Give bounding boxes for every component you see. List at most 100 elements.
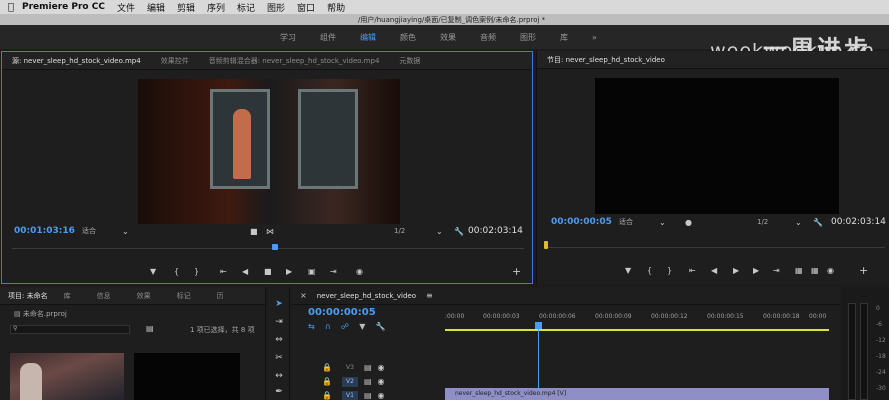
timeline-clip[interactable]: never_sleep_hd_stock_video.mp4 [V] xyxy=(445,388,829,400)
menu-help[interactable]: 帮助 xyxy=(327,1,345,14)
track-label[interactable]: V3 xyxy=(342,363,358,373)
stop-button-icon[interactable]: ■ xyxy=(264,267,272,276)
tab-libraries[interactable]: 库 xyxy=(54,291,87,301)
mark-out-icon[interactable]: } xyxy=(194,267,199,276)
tab-audio-clip-mixer[interactable]: 音频剪辑混合器: never_sleep_hd_stock_video.mp4 xyxy=(199,56,390,66)
tab-effect-controls[interactable]: 效果控件 xyxy=(151,56,199,66)
snap-icon[interactable]: ∩ xyxy=(325,322,331,331)
add-button-icon[interactable]: + xyxy=(512,265,521,278)
track-label[interactable]: V2 xyxy=(341,376,358,387)
workspace-libraries[interactable]: 库 xyxy=(560,32,568,43)
new-bin-icon[interactable]: ▤ xyxy=(146,324,154,333)
settings-small-icon[interactable]: ● xyxy=(685,218,692,227)
menu-window[interactable]: 窗口 xyxy=(297,1,315,14)
timeline-settings-icon[interactable]: 🔧 xyxy=(376,322,386,331)
camera-icon[interactable]: ◉ xyxy=(827,266,834,275)
menu-graphics[interactable]: 图形 xyxy=(267,1,285,14)
program-resolution-select[interactable]: 1/2 xyxy=(757,218,768,226)
step-forward-icon[interactable]: ▶ xyxy=(753,266,759,275)
tab-markers[interactable]: 标记 xyxy=(167,291,207,301)
wrench-icon[interactable]: 🔧 xyxy=(813,218,823,227)
go-to-in-icon[interactable]: ⇤ xyxy=(689,266,696,275)
play-icon[interactable]: ▶ xyxy=(733,266,739,275)
add-button-icon[interactable]: + xyxy=(859,264,868,277)
menu-file[interactable]: 文件 xyxy=(117,1,135,14)
mark-in-icon[interactable]: { xyxy=(174,267,179,276)
app-name-menu[interactable]: Premiere Pro CC xyxy=(22,2,105,12)
menu-icon[interactable]: ≡ xyxy=(426,291,433,300)
sync-lock-icon[interactable]: ▤ xyxy=(364,363,372,372)
workspace-audio[interactable]: 音频 xyxy=(480,32,496,43)
source-playhead[interactable] xyxy=(272,244,278,250)
selection-tool-icon[interactable]: ➤ xyxy=(272,299,286,313)
linked-selection-icon[interactable]: ☍ xyxy=(341,322,349,331)
wrench-icon[interactable]: 🔧 xyxy=(454,227,464,236)
timeline-timecode[interactable]: 00:00:00:05 xyxy=(308,307,376,318)
sync-lock-icon[interactable]: ▤ xyxy=(364,377,372,386)
settings-small-icon[interactable]: ⋈ xyxy=(266,227,274,236)
tab-sequence[interactable]: never_sleep_hd_stock_video xyxy=(307,292,426,300)
tab-info[interactable]: 信息 xyxy=(87,291,127,301)
track-label[interactable]: V1 xyxy=(341,390,358,400)
tab-project[interactable]: 项目: 未命名 xyxy=(0,291,54,301)
lock-icon[interactable]: 🔒 xyxy=(322,391,332,400)
pen-tool-icon[interactable]: ✒ xyxy=(272,387,286,400)
go-to-in-icon[interactable]: ⇤ xyxy=(220,267,227,276)
add-marker-icon[interactable]: ▼ xyxy=(359,322,365,331)
apple-icon[interactable]:  xyxy=(0,2,22,13)
workspace-editing[interactable]: 编辑 xyxy=(360,32,376,43)
source-resolution-select[interactable]: 1/2 xyxy=(394,227,405,235)
eye-icon[interactable]: ◉ xyxy=(378,363,385,372)
chevron-down-icon[interactable]: ⌄ xyxy=(122,227,129,236)
work-area-bar[interactable] xyxy=(445,329,829,331)
go-to-out-icon[interactable]: ⇥ xyxy=(330,267,337,276)
project-search-input[interactable]: ⚲ xyxy=(10,325,130,334)
stop-icon[interactable]: ■ xyxy=(250,227,258,236)
chevron-down-icon[interactable]: ⌄ xyxy=(436,227,443,236)
track-select-tool-icon[interactable]: ⇥ xyxy=(272,317,286,331)
eye-icon[interactable]: ◉ xyxy=(378,377,385,386)
tab-metadata[interactable]: 元数据 xyxy=(389,56,430,66)
sync-lock-icon[interactable]: ▤ xyxy=(364,391,372,400)
workspace-color[interactable]: 颜色 xyxy=(400,32,416,43)
extract-icon[interactable]: ▦ xyxy=(811,266,819,275)
program-fit-select[interactable]: 适合 xyxy=(619,217,633,227)
program-timecode-current[interactable]: 00:00:00:05 xyxy=(551,217,612,227)
marker-icon[interactable]: ▼ xyxy=(150,267,156,276)
slip-tool-icon[interactable]: ↔ xyxy=(272,371,286,385)
chevron-down-icon[interactable]: ⌄ xyxy=(659,218,666,227)
chevron-down-icon[interactable]: ⌄ xyxy=(795,218,802,227)
mark-in-icon[interactable]: { xyxy=(647,266,652,275)
menu-markers[interactable]: 标记 xyxy=(237,1,255,14)
menu-edit[interactable]: 编辑 xyxy=(147,1,165,14)
close-icon[interactable]: × xyxy=(292,291,307,300)
camera-icon[interactable]: ◉ xyxy=(356,267,363,276)
safe-margins-icon[interactable]: ▣ xyxy=(308,267,316,276)
workspace-more-icon[interactable]: » xyxy=(592,33,597,42)
step-back-icon[interactable]: ◀ xyxy=(711,266,717,275)
step-forward-icon[interactable]: ▶ xyxy=(286,267,292,276)
tab-history[interactable]: 历 xyxy=(207,291,234,301)
ripple-edit-tool-icon[interactable]: ⇔ xyxy=(272,335,286,349)
workspace-effects[interactable]: 效果 xyxy=(440,32,456,43)
marker-icon[interactable]: ▼ xyxy=(625,266,631,275)
workspace-assembly[interactable]: 组件 xyxy=(320,32,336,43)
tab-program[interactable]: 节目: never_sleep_hd_stock_video xyxy=(537,55,675,65)
lock-icon[interactable]: 🔒 xyxy=(322,377,332,386)
razor-tool-icon[interactable]: ✂ xyxy=(272,353,286,367)
source-fit-select[interactable]: 适合 xyxy=(82,226,96,236)
program-playhead[interactable] xyxy=(544,241,548,249)
tab-effects[interactable]: 效果 xyxy=(127,291,167,301)
sequence-thumbnail[interactable] xyxy=(134,353,240,400)
eye-icon[interactable]: ◉ xyxy=(378,391,385,400)
tab-source[interactable]: 源: never_sleep_hd_stock_video.mp4 xyxy=(2,56,151,66)
source-time-ruler[interactable] xyxy=(12,248,524,254)
mark-out-icon[interactable]: } xyxy=(667,266,672,275)
nest-icon[interactable]: ⇆ xyxy=(308,322,315,331)
workspace-graphics[interactable]: 图形 xyxy=(520,32,536,43)
clip-thumbnail[interactable] xyxy=(10,353,124,400)
source-timecode-current[interactable]: 00:01:03:16 xyxy=(14,226,75,236)
menu-sequence[interactable]: 序列 xyxy=(207,1,225,14)
step-back-icon[interactable]: ◀ xyxy=(242,267,248,276)
go-to-out-icon[interactable]: ⇥ xyxy=(773,266,780,275)
